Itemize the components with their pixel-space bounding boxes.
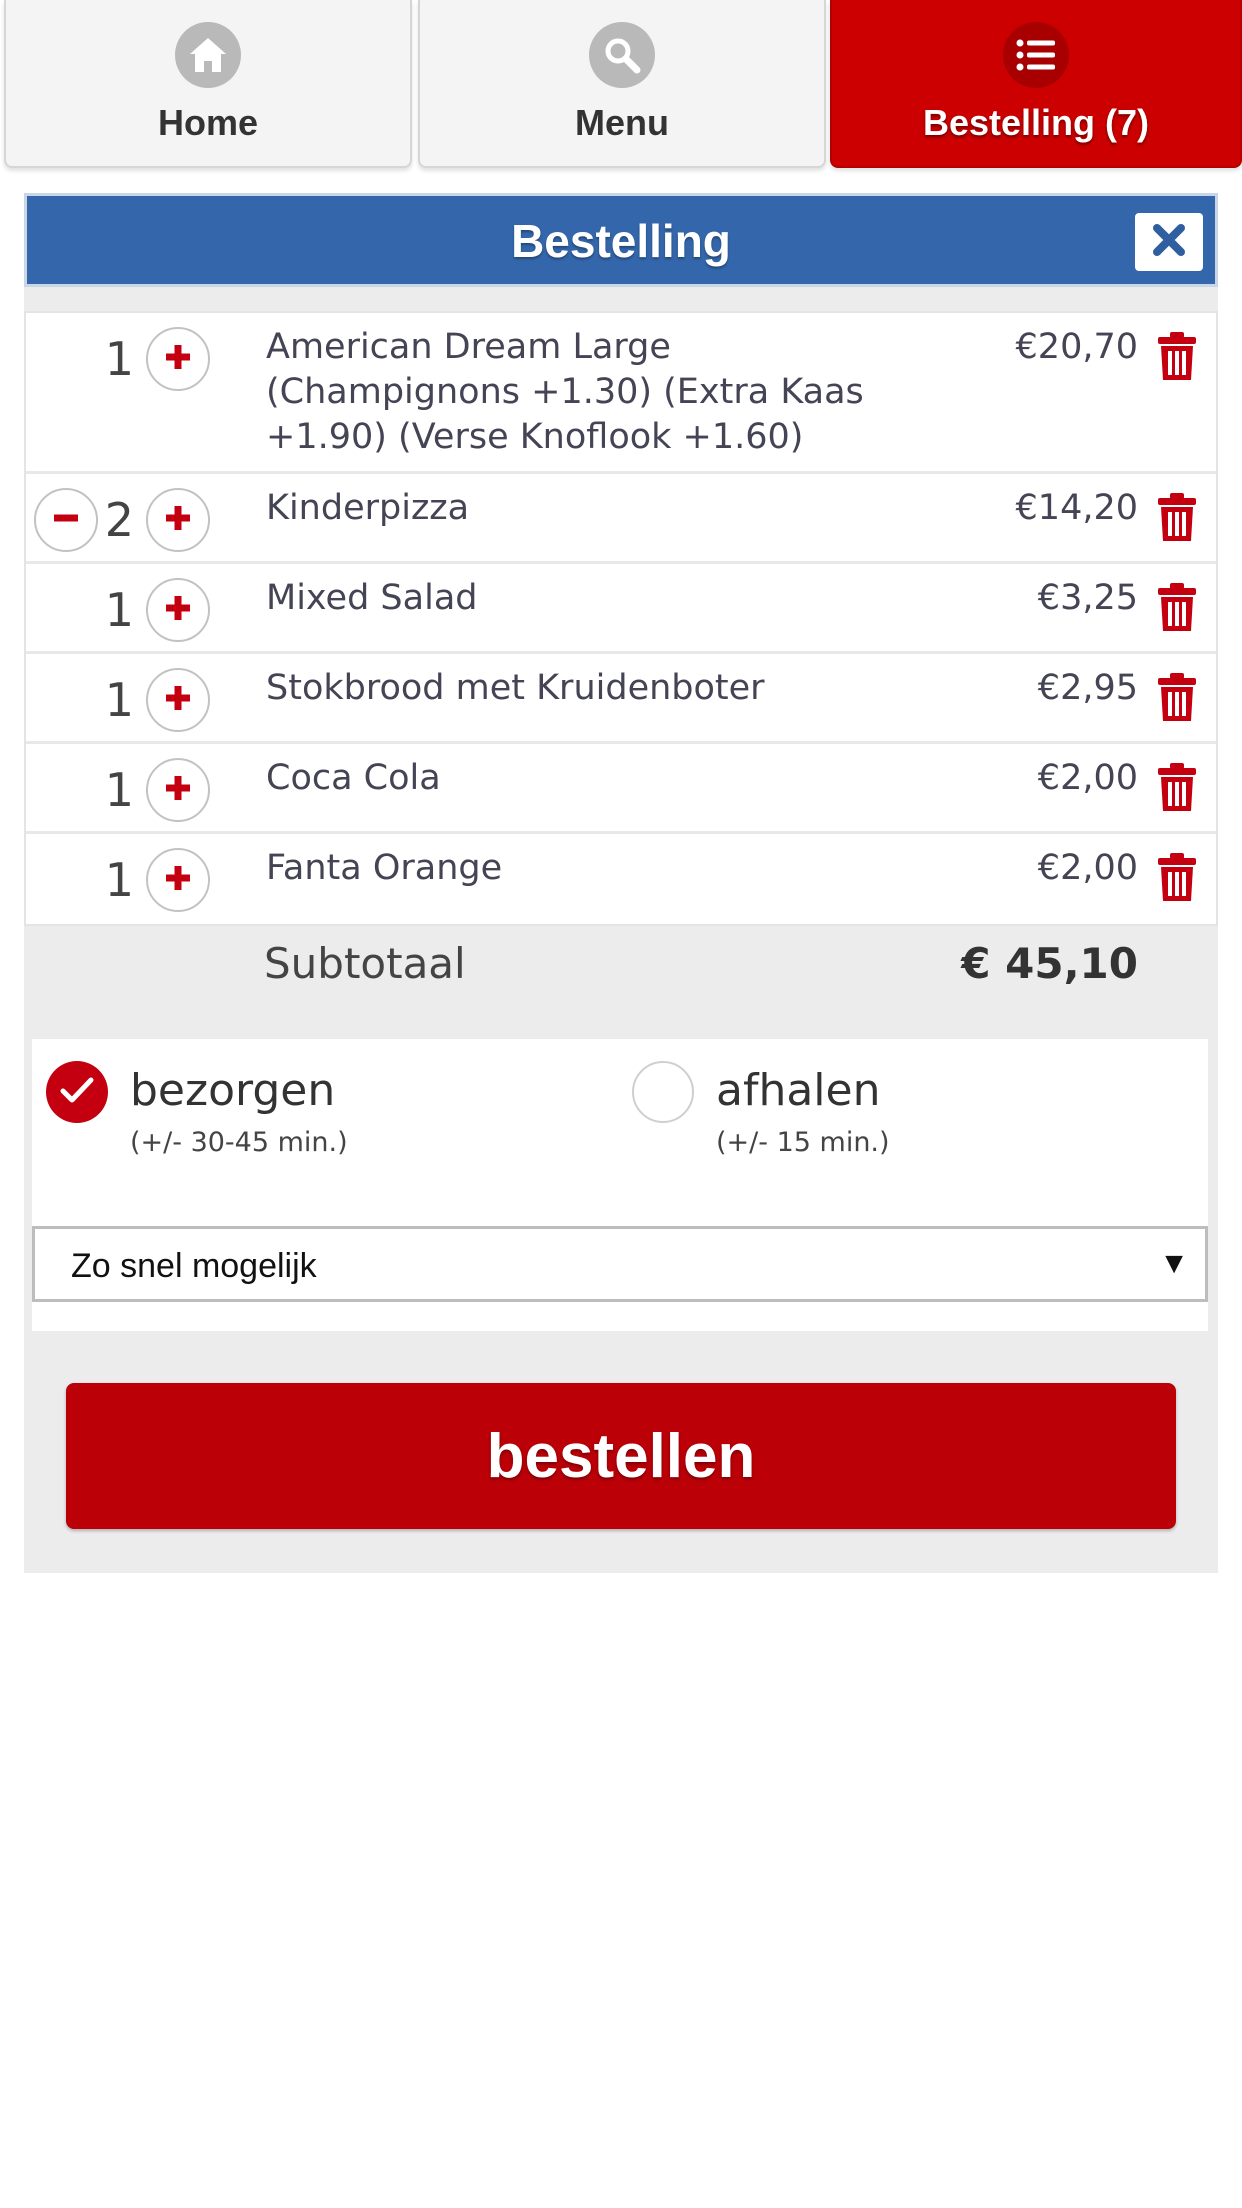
item-quantity: 2 [104,493,134,547]
remove-item-button[interactable] [1156,492,1198,542]
item-quantity: 1 [104,853,134,907]
item-name: Coca Cola [266,758,441,798]
item-name: American Dream Large (Champignons +1.30)… [266,327,864,457]
item-price: €20,70 [1015,327,1138,367]
place-order-button[interactable]: bestellen [66,1383,1176,1529]
item-quantity: 1 [104,763,134,817]
panel-title: Bestelling [511,215,731,267]
order-item: 2 Kinderpizza €14,20 [26,474,1216,564]
checkmark-icon [60,1076,94,1108]
remove-item-button[interactable] [1156,672,1198,722]
delivery-option-time: (+/- 30-45 min.) [130,1127,348,1158]
remove-item-button[interactable] [1156,852,1198,902]
radio-unchecked[interactable] [632,1061,694,1123]
item-price: €14,20 [1015,488,1138,528]
order-item: 1 Coca Cola €2,00 [26,744,1216,834]
plus-icon [163,773,193,807]
trash-icon [1156,853,1198,906]
item-name: Mixed Salad [266,578,478,618]
item-price: €2,00 [1037,758,1138,798]
tab-home-label: Home [157,102,259,143]
plus-icon [163,593,193,627]
item-quantity: 1 [104,583,134,637]
subtotal-row: Subtotaal € 45,10 [24,925,1218,1005]
item-quantity: 1 [104,673,134,727]
radio-checked[interactable] [46,1061,108,1123]
trash-icon [1156,493,1198,546]
minus-icon [51,503,81,537]
item-name: Stokbrood met Kruidenboter [266,668,765,708]
item-price: €3,25 [1037,578,1138,618]
order-item: 1 Fanta Orange €2,00 [26,834,1216,924]
trash-icon [1156,763,1198,816]
remove-item-button[interactable] [1156,582,1198,632]
increase-quantity-button[interactable] [146,758,210,822]
order-item: 1 American Dream Large (Champignons +1.3… [26,313,1216,474]
subtotal-label: Subtotaal [264,939,466,988]
increase-quantity-button[interactable] [146,488,210,552]
item-name: Kinderpizza [266,488,470,528]
order-items-list: 1 American Dream Large (Champignons +1.3… [24,311,1218,926]
item-quantity: 1 [104,332,134,386]
increase-quantity-button[interactable] [146,848,210,912]
tab-home[interactable]: Home [4,0,412,168]
search-icon [589,22,655,88]
order-panel: Bestelling 1 American Dream Large (Champ… [24,193,1218,1573]
delivery-option-label: bezorgen [130,1065,336,1116]
delivery-time-select[interactable]: Zo snel mogelijk ▼ [32,1226,1208,1302]
delivery-option-time: (+/- 15 min.) [716,1127,890,1158]
remove-item-button[interactable] [1156,762,1198,812]
panel-header: Bestelling [24,193,1218,287]
increase-quantity-button[interactable] [146,668,210,732]
trash-icon [1156,673,1198,726]
remove-item-button[interactable] [1156,331,1198,381]
tab-bar: Home Menu Bestelling (7) [0,0,1242,170]
tab-menu-label: Menu [575,102,669,143]
plus-icon [163,863,193,897]
delivery-option-label: afhalen [716,1065,881,1116]
tab-bestelling-label: Bestelling (7) [922,102,1150,143]
tab-bestelling[interactable]: Bestelling (7) [830,0,1242,168]
item-price: €2,95 [1037,668,1138,708]
increase-quantity-button[interactable] [146,578,210,642]
plus-icon [163,503,193,537]
list-icon [1003,22,1069,88]
order-item: 1 Stokbrood met Kruidenboter €2,95 [26,654,1216,744]
item-price: €2,00 [1037,848,1138,888]
close-icon [1152,223,1186,262]
subtotal-value: € 45,10 [961,939,1138,988]
delivery-time-value: Zo snel mogelijk [71,1247,317,1285]
delivery-options: bezorgen (+/- 30-45 min.) afhalen (+/- 1… [32,1039,1208,1331]
item-name: Fanta Orange [266,848,503,888]
tab-menu[interactable]: Menu [418,0,826,168]
increase-quantity-button[interactable] [146,327,210,391]
plus-icon [163,342,193,376]
dropdown-arrow-icon: ▼ [1159,1247,1189,1280]
place-order-label: bestellen [486,1421,756,1491]
home-icon [175,22,241,88]
close-button[interactable] [1135,213,1203,271]
order-item: 1 Mixed Salad €3,25 [26,564,1216,654]
trash-icon [1156,332,1198,385]
plus-icon [163,683,193,717]
trash-icon [1156,583,1198,636]
